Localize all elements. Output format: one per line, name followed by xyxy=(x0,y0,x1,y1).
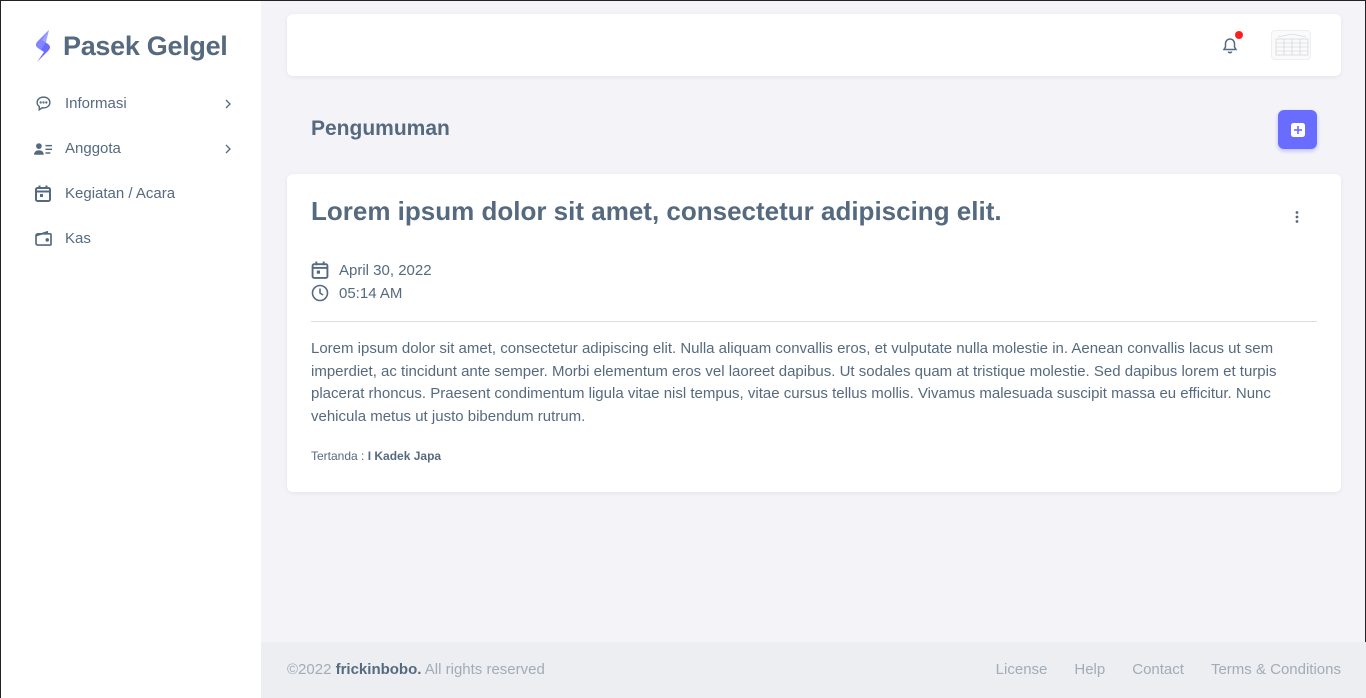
brand-s-logo-icon xyxy=(36,30,50,62)
announcement-time: 05:14 AM xyxy=(339,284,403,302)
company-link[interactable]: frickinbobo. xyxy=(336,661,422,678)
avatar[interactable] xyxy=(1271,30,1311,60)
add-announcement-button[interactable] xyxy=(1278,110,1317,149)
announcement-body: Lorem ipsum dolor sit amet, consectetur … xyxy=(311,340,1277,425)
divider xyxy=(311,321,1317,322)
announcement-time-row: 05:14 AM xyxy=(311,284,402,302)
sidebar-item-kas[interactable]: Kas xyxy=(1,216,261,261)
footer: ©2022 frickinbobo. All rights reserved L… xyxy=(261,642,1366,698)
brand-name: Pasek Gelgel xyxy=(63,30,228,61)
announcement-card: Lorem ipsum dolor sit amet, consectetur … xyxy=(287,174,1341,492)
footer-link-help[interactable]: Help xyxy=(1074,661,1105,678)
chevron-right-icon xyxy=(225,144,231,153)
chat-bubble-icon xyxy=(34,95,52,113)
wallet-icon xyxy=(34,230,52,248)
copyright-year: ©2022 xyxy=(287,661,332,678)
signed-name: I Kadek Japa xyxy=(367,449,442,463)
sidebar-item-label: Informasi xyxy=(65,95,127,112)
announcement-title: Lorem ipsum dolor sit amet, consectetur … xyxy=(311,196,1002,226)
calendar-icon xyxy=(311,261,329,279)
announcement-signature: Tertanda : I Kadek Japa xyxy=(311,449,441,463)
rights-text: All rights reserved xyxy=(424,661,545,678)
brand[interactable]: Pasek Gelgel xyxy=(32,29,228,63)
sidebar-item-label: Kegiatan / Acara xyxy=(65,185,176,202)
footer-link-contact[interactable]: Contact xyxy=(1132,661,1184,678)
sidebar-item-anggota[interactable]: Anggota xyxy=(1,126,261,171)
sidebar-item-kegiatan[interactable]: Kegiatan / Acara xyxy=(1,171,261,216)
copyright: ©2022 frickinbobo. All rights reserved xyxy=(287,661,545,678)
more-options-icon[interactable] xyxy=(1289,208,1305,226)
sidebar-item-label: Kas xyxy=(65,230,91,247)
bell-icon[interactable] xyxy=(1220,36,1240,56)
announcement-date: April 30, 2022 xyxy=(339,261,432,279)
top-navbar xyxy=(287,14,1341,76)
announcement-date-row: April 30, 2022 xyxy=(311,261,432,279)
page-title: Pengumuman xyxy=(311,117,450,140)
clock-icon xyxy=(311,284,329,302)
sidebar: Pasek Gelgel Informasi Anggota Kegiatan … xyxy=(1,1,261,698)
sidebar-item-informasi[interactable]: Informasi xyxy=(1,81,261,126)
plus-square-icon xyxy=(1290,122,1305,137)
sidebar-item-label: Anggota xyxy=(65,140,121,157)
notification-badge xyxy=(1235,31,1243,39)
footer-links: License Help Contact Terms & Conditions xyxy=(969,661,1341,678)
footer-link-license[interactable]: License xyxy=(996,661,1048,678)
user-list-icon xyxy=(34,140,52,158)
signed-label: Tertanda : xyxy=(311,449,365,463)
sidebar-menu: Informasi Anggota Kegiatan / Acara Kas xyxy=(1,81,261,261)
calendar-icon xyxy=(34,185,52,203)
chevron-right-icon xyxy=(225,99,231,108)
footer-link-terms[interactable]: Terms & Conditions xyxy=(1211,661,1341,678)
